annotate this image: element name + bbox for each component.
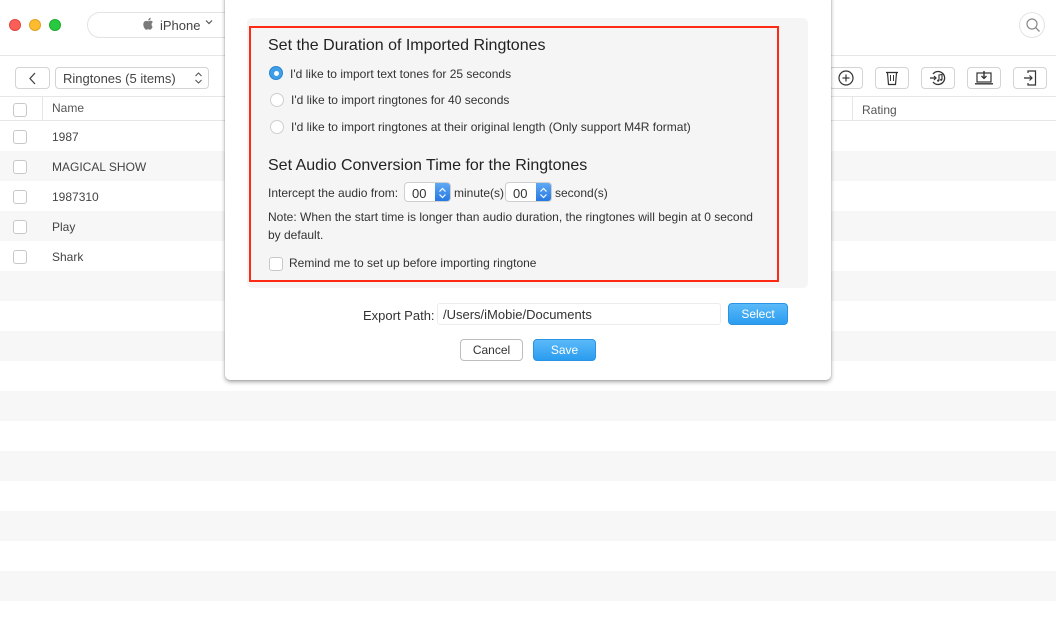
row-checkbox[interactable] bbox=[13, 160, 27, 174]
empty-row bbox=[0, 421, 1056, 451]
empty-row bbox=[0, 481, 1056, 511]
minutes-stepper-arrows[interactable] bbox=[435, 183, 450, 201]
note-text: Note: When the start time is longer than… bbox=[268, 210, 753, 224]
back-button[interactable] bbox=[15, 67, 50, 89]
import-to-device-button[interactable] bbox=[1013, 67, 1047, 89]
ringtone-name: 1987 bbox=[52, 130, 79, 144]
ringtone-name: Shark bbox=[52, 250, 84, 264]
duration-option-radio-original[interactable] bbox=[270, 120, 284, 134]
updown-chevron-icon bbox=[439, 187, 446, 199]
row-checkbox[interactable] bbox=[13, 220, 27, 234]
duration-option-radio-40s[interactable] bbox=[270, 93, 284, 107]
row-checkbox[interactable] bbox=[13, 190, 27, 204]
select-path-button[interactable]: Select bbox=[728, 303, 788, 325]
close-window-button[interactable] bbox=[9, 19, 21, 31]
seconds-stepper[interactable]: 00 bbox=[505, 182, 552, 202]
import-to-device-icon bbox=[1024, 70, 1037, 86]
app-window: iPhone Ringtones (5 items) Name Rating 1… bbox=[0, 0, 1056, 629]
ringtone-settings-dialog: Set the Duration of Imported Ringtones I… bbox=[225, 0, 831, 380]
select-all-checkbox[interactable] bbox=[13, 103, 27, 117]
minutes-value: 00 bbox=[412, 186, 427, 201]
ringtone-name: MAGICAL SHOW bbox=[52, 160, 147, 174]
download-to-computer-icon bbox=[975, 71, 993, 85]
minimize-window-button[interactable] bbox=[29, 19, 41, 31]
duration-section-title: Set the Duration of Imported Ringtones bbox=[268, 37, 546, 54]
duration-option-label[interactable]: I'd like to import text tones for 25 sec… bbox=[290, 67, 511, 81]
updown-chevron-icon bbox=[540, 187, 547, 199]
delete-button[interactable] bbox=[875, 67, 909, 89]
cancel-button[interactable]: Cancel bbox=[460, 339, 523, 361]
remind-label[interactable]: Remind me to set up before importing rin… bbox=[289, 256, 536, 270]
empty-row bbox=[0, 571, 1056, 601]
row-checkbox[interactable] bbox=[13, 130, 27, 144]
device-selector[interactable]: iPhone bbox=[87, 12, 247, 38]
duration-option-label[interactable]: I'd like to import ringtones at their or… bbox=[291, 120, 691, 134]
seconds-unit: second(s) bbox=[555, 186, 608, 200]
category-select[interactable]: Ringtones (5 items) bbox=[55, 67, 209, 89]
column-divider bbox=[42, 97, 43, 121]
ringtone-name: 1987310 bbox=[52, 190, 99, 204]
conversion-section-title: Set Audio Conversion Time for the Ringto… bbox=[268, 157, 588, 174]
music-import-icon bbox=[930, 70, 946, 86]
empty-row bbox=[0, 511, 1056, 541]
zoom-window-button[interactable] bbox=[49, 19, 61, 31]
save-button[interactable]: Save bbox=[533, 339, 596, 361]
empty-row bbox=[0, 391, 1056, 421]
duration-option-label[interactable]: I'd like to import ringtones for 40 seco… bbox=[291, 93, 509, 107]
export-path-label: Export Path: bbox=[363, 308, 435, 323]
add-button[interactable] bbox=[829, 67, 863, 89]
note-text-continued: by default. bbox=[268, 228, 324, 242]
column-divider bbox=[852, 97, 853, 121]
chevron-left-icon bbox=[29, 72, 36, 85]
updown-chevron-icon bbox=[194, 70, 203, 87]
apple-icon bbox=[142, 17, 154, 34]
export-path-field[interactable]: /Users/iMobie/Documents bbox=[437, 303, 721, 325]
device-name: iPhone bbox=[160, 18, 201, 33]
row-checkbox[interactable] bbox=[13, 250, 27, 264]
remind-checkbox[interactable] bbox=[269, 257, 283, 271]
plus-circle-icon bbox=[838, 70, 854, 86]
empty-row bbox=[0, 601, 1056, 629]
seconds-stepper-arrows[interactable] bbox=[536, 183, 551, 201]
add-to-itunes-button[interactable] bbox=[921, 67, 955, 89]
seconds-value: 00 bbox=[513, 186, 528, 201]
highlight-box bbox=[249, 26, 779, 282]
chevron-down-icon bbox=[205, 18, 213, 29]
column-header-rating[interactable]: Rating bbox=[862, 103, 897, 117]
empty-row bbox=[0, 541, 1056, 571]
minutes-stepper[interactable]: 00 bbox=[404, 182, 451, 202]
empty-row bbox=[0, 451, 1056, 481]
minutes-unit: minute(s) bbox=[454, 186, 505, 200]
column-header-name[interactable]: Name bbox=[52, 101, 84, 115]
intercept-label: Intercept the audio from: bbox=[268, 186, 399, 200]
export-to-computer-button[interactable] bbox=[967, 67, 1001, 89]
trash-icon bbox=[886, 71, 898, 86]
search-button[interactable] bbox=[1019, 12, 1045, 38]
ringtone-name: Play bbox=[52, 220, 76, 234]
search-icon bbox=[1026, 18, 1040, 32]
duration-option-radio-25s[interactable] bbox=[269, 66, 283, 80]
category-select-value: Ringtones (5 items) bbox=[63, 71, 176, 86]
